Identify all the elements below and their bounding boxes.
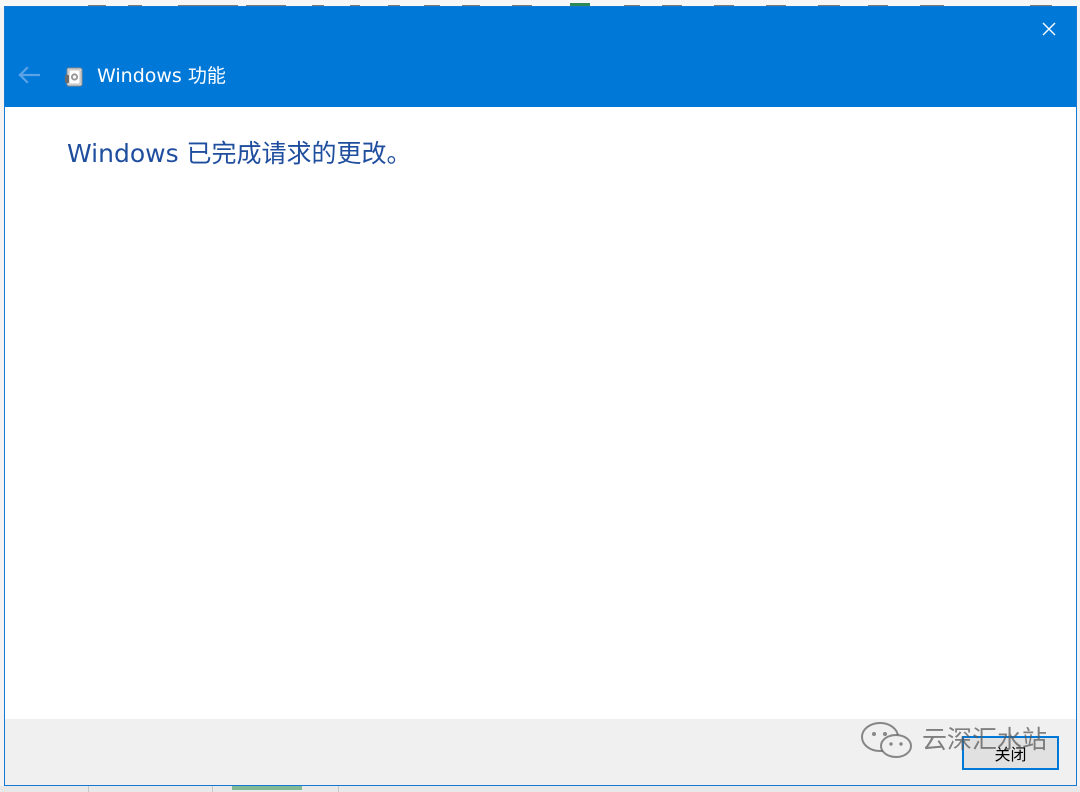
windows-features-icon	[63, 65, 87, 89]
close-button[interactable]: 关闭	[962, 736, 1059, 770]
background-separator	[212, 786, 213, 792]
background-statusbar	[0, 786, 1080, 792]
back-arrow-icon	[18, 66, 41, 84]
background-separator	[338, 786, 339, 792]
back-button[interactable]	[15, 61, 43, 89]
close-icon	[1042, 22, 1056, 36]
close-window-button[interactable]	[1032, 13, 1066, 45]
windows-features-dialog: Windows 功能 Windows 已完成请求的更改。 关闭	[4, 6, 1077, 786]
background-link-fragment	[232, 786, 302, 790]
completion-message: Windows 已完成请求的更改。	[67, 139, 412, 168]
title-bar: Windows 功能	[5, 7, 1076, 107]
window-title: Windows 功能	[97, 65, 226, 87]
dialog-footer: 关闭	[5, 719, 1076, 785]
background-separator	[88, 786, 89, 792]
